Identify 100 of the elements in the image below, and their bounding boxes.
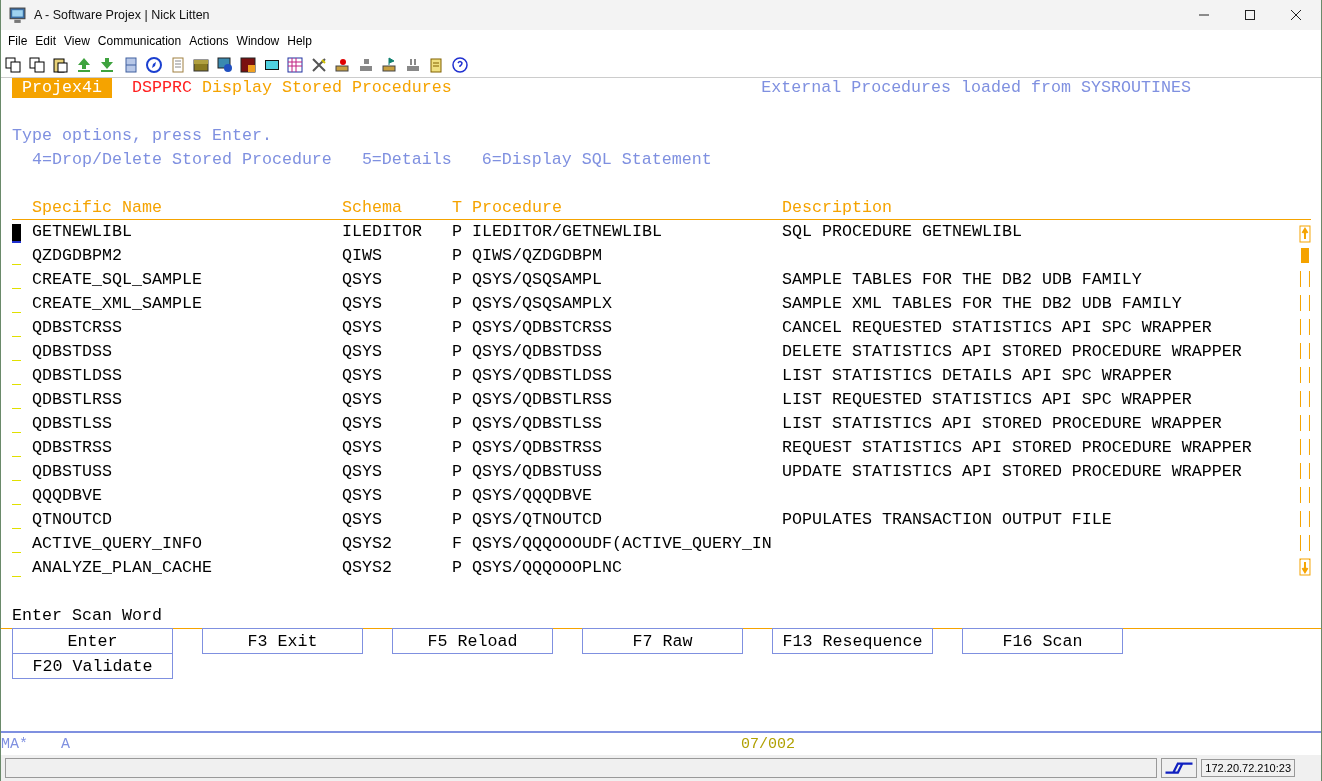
- table-cell-text: QIWS/QZDGDBPM: [472, 245, 603, 267]
- monitor-icon: [9, 6, 26, 24]
- table-cell-text: QSYS: [342, 509, 383, 531]
- table-cell-text: ILEDITOR/GETNEWLIBL: [472, 221, 663, 243]
- table-cell-text: CANCEL REQUESTED STATISTICS API SPC WRAPPER: [782, 317, 1213, 339]
- table-cell-text: ANALYZE_PLAN_CACHE: [32, 557, 213, 579]
- maximize-icon[interactable]: [1245, 10, 1255, 20]
- column-header: Specific Name: [32, 197, 163, 219]
- table-cell-text: QSYS2: [342, 557, 393, 579]
- product-label: Projex4i: [12, 78, 112, 98]
- table-cell-text: F: [452, 533, 463, 555]
- column-header: Procedure: [472, 197, 563, 219]
- table-cell-text: P: [452, 221, 463, 243]
- compass-icon[interactable]: [146, 56, 162, 73]
- copy-icon[interactable]: [28, 56, 45, 73]
- mode-indicator: MA*: [1, 735, 29, 753]
- notepad-icon[interactable]: [428, 56, 444, 73]
- table-cell-text: P: [452, 461, 463, 483]
- menu-item[interactable]: Actions: [185, 34, 233, 48]
- function-key-button[interactable]: F20 Validate: [12, 653, 173, 679]
- table-cell-text: P: [452, 317, 463, 339]
- paste-icon[interactable]: [52, 56, 68, 73]
- table-cell-text: P: [452, 509, 463, 531]
- table-cell-text: QSYS/QDBSTDSS: [472, 341, 603, 363]
- table-cell-text: QIWS: [342, 245, 383, 267]
- function-key-button[interactable]: F13 Resequence: [772, 628, 933, 654]
- table-cell-text: QQQDBVE: [32, 485, 103, 507]
- function-key-button[interactable]: F5 Reload: [392, 628, 553, 654]
- table-cell-text: QDBSTLSS: [32, 413, 113, 435]
- table-cell-text: QSYS2: [342, 533, 393, 555]
- option-text: 6=Display SQL Statement: [481, 149, 712, 171]
- cursor-position: 07/002: [741, 735, 795, 753]
- table-cell-text: DELETE STATISTICS API STORED PROCEDURE WRAPPER: [782, 341, 1243, 363]
- table-cell-text: P: [452, 245, 463, 267]
- close-icon[interactable]: [1291, 10, 1301, 20]
- upload-icon[interactable]: [75, 56, 92, 73]
- copy-icon[interactable]: [5, 56, 21, 73]
- table-cell-text: QSYS/QDBSTUSS: [472, 461, 603, 483]
- table-cell-text: P: [452, 437, 463, 459]
- grid-icon[interactable]: [287, 56, 303, 73]
- download-icon[interactable]: [99, 56, 115, 73]
- table-cell-text: CREATE_XML_SAMPLE: [32, 293, 203, 315]
- table-cell-text: LIST STATISTICS DETAILS API SPC WRAPPER: [782, 365, 1173, 387]
- table-cell-text: QSYS: [342, 389, 383, 411]
- table-cell-text: REQUEST STATISTICS API STORED PROCEDURE WRAPPER: [782, 437, 1253, 459]
- info-text: External Procedures loaded from SYSROUTINES: [761, 78, 1191, 98]
- box-icon[interactable]: [193, 56, 209, 73]
- scrollbar[interactable]: [1299, 225, 1311, 577]
- table-cell-text: QDBSTLRSS: [32, 389, 123, 411]
- table-cell-text: QSYS/QQQDBVE: [472, 485, 593, 507]
- table-cell-text: P: [452, 341, 463, 363]
- column-header: Description: [782, 197, 893, 219]
- wrench-icon[interactable]: [310, 56, 327, 73]
- table-cell-text: P: [452, 365, 463, 387]
- screen-heading: Display Stored Procedures: [201, 78, 452, 98]
- menu-item[interactable]: Communication: [93, 34, 186, 48]
- document-icon[interactable]: [169, 56, 186, 73]
- table-cell-text: QSYS/QSQSAMPL: [472, 269, 603, 291]
- host-address: 172.20.72.210:23: [1201, 759, 1295, 777]
- table-cell-text: QSYS/QQQOOOPLNC: [472, 557, 623, 579]
- table-cell-text: QZDGDBPM2: [32, 245, 123, 267]
- menu-item[interactable]: Window: [232, 34, 284, 48]
- cabinet-icon[interactable]: [122, 56, 139, 73]
- table-cell-text: QSYS/QDBSTLSS: [472, 413, 603, 435]
- menu-item[interactable]: Edit: [31, 34, 61, 48]
- menu-item[interactable]: View: [60, 34, 94, 48]
- table-cell-text: QSYS: [342, 365, 383, 387]
- function-key-button[interactable]: F7 Raw: [582, 628, 743, 654]
- prompt-text: Enter Scan Word: [12, 605, 162, 627]
- table-cell-text: QDBSTLDSS: [32, 365, 123, 387]
- help-icon[interactable]: [451, 56, 468, 73]
- table-cell-text: QDBSTDSS: [32, 341, 113, 363]
- table-cell-text: QSYS/QSQSAMPLX: [472, 293, 613, 315]
- column-header: Schema: [342, 197, 403, 219]
- table-cell-text: QSYS/QTNOUTCD: [472, 509, 603, 531]
- table-cell-text: QDBSTRSS: [32, 437, 113, 459]
- table-cell-text: QSYS: [342, 341, 383, 363]
- function-key-button[interactable]: F16 Scan: [962, 628, 1123, 654]
- table-cell-text: SQL PROCEDURE GETNEWLIBL: [782, 221, 1023, 243]
- table-cell-text: LIST REQUESTED STATISTICS API SPC WRAPPER: [782, 389, 1193, 411]
- session-indicator: A: [61, 735, 71, 753]
- pause-icon[interactable]: [404, 56, 421, 73]
- table-cell-text: QDBSTCRSS: [32, 317, 123, 339]
- option-text: 5=Details: [361, 149, 452, 171]
- function-key-button[interactable]: Enter: [12, 628, 173, 654]
- column-header: T: [452, 197, 463, 219]
- table-cell-text: QTNOUTCD: [32, 509, 113, 531]
- menu-item[interactable]: File: [4, 34, 32, 48]
- function-key-button[interactable]: F3 Exit: [202, 628, 363, 654]
- instruction-text: Type options, press Enter.: [12, 125, 272, 147]
- record-icon[interactable]: [334, 56, 350, 73]
- table-cell-text: LIST STATISTICS API STORED PROCEDURE WRAPPER: [782, 413, 1223, 435]
- stop-icon[interactable]: [357, 56, 374, 73]
- menu-item[interactable]: Help: [283, 34, 316, 48]
- table-cell-text: QSYS: [342, 485, 383, 507]
- table-cell-text: QSYS: [342, 437, 383, 459]
- table-cell-text: QSYS/QQQOOOUDF(ACTIVE_QUERY_IN: [472, 533, 773, 555]
- flag-icon[interactable]: [381, 56, 397, 73]
- table-cell-text: QSYS: [342, 413, 383, 435]
- table-cell-text: CREATE_SQL_SAMPLE: [32, 269, 203, 291]
